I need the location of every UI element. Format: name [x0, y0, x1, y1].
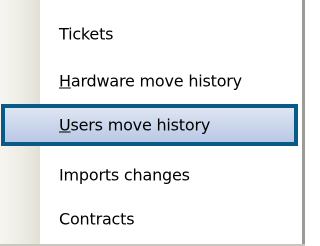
menu-border-right	[302, 0, 305, 246]
menu-item-label: Tickets	[59, 24, 114, 44]
menu-item-label-rest: sers move history	[70, 115, 211, 135]
accelerator-key: U	[59, 115, 71, 135]
menu-item-tickets[interactable]: Tickets	[0, 17, 302, 51]
menu-item-label: Contracts	[59, 209, 135, 229]
menu-item-label: Users move history	[59, 116, 210, 135]
context-menu: Tickets Hardware move history Users move…	[0, 0, 305, 246]
menu-item-contracts[interactable]: Contracts	[0, 202, 302, 236]
menu-item-label-rest: ardware move history	[70, 71, 242, 91]
menu-item-hardware-move-history[interactable]: Hardware move history	[0, 64, 302, 98]
menu-item-label: Hardware move history	[59, 72, 242, 91]
menu-item-label: Imports changes	[59, 165, 190, 185]
menu-item-users-move-history[interactable]: Users move history	[1, 104, 298, 146]
menu-item-imports-changes[interactable]: Imports changes	[0, 158, 302, 192]
accelerator-key: H	[59, 71, 71, 91]
